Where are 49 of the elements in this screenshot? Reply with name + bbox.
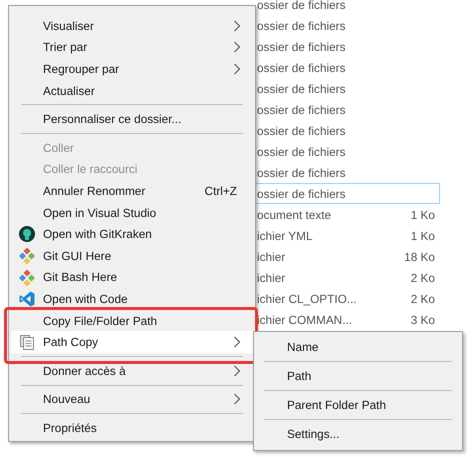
menu-item[interactable]: Copy File/Folder Path bbox=[11, 310, 253, 332]
menu-item[interactable]: Path Copy bbox=[11, 331, 253, 353]
file-size-cell: 3 Ko bbox=[410, 312, 435, 326]
file-type-cell-text: ossier de fichiers bbox=[257, 18, 347, 32]
file-size-cell: 1 Ko bbox=[410, 228, 435, 242]
file-type-cell-text: ossier de fichiers bbox=[257, 124, 347, 138]
file-size-cell: 1 Ko bbox=[410, 208, 435, 222]
shortcut-label: Ctrl+Z bbox=[204, 184, 237, 198]
menu-item[interactable]: Annuler Renommer Ctrl+Z bbox=[11, 180, 253, 202]
menu-item[interactable]: Open with GitKraken bbox=[11, 223, 253, 245]
menu-item[interactable]: Donner accès à bbox=[11, 360, 253, 382]
menu-item[interactable]: Open in Visual Studio bbox=[11, 202, 253, 224]
file-type-cell-text: ossier de fichiers bbox=[257, 0, 347, 12]
file-type-cell-text: ossier de fichiers bbox=[257, 60, 347, 74]
git-icon bbox=[19, 248, 35, 264]
file-type-cell-text: ossier de fichiers bbox=[257, 166, 347, 180]
kraken-icon bbox=[19, 226, 35, 242]
menu-item[interactable]: Path bbox=[254, 362, 462, 390]
file-type-cell-text: ossier de fichiers bbox=[257, 102, 347, 116]
file-type-cell-text: ocument texte bbox=[257, 208, 332, 222]
file-type-cell-text: ossier de fichiers bbox=[257, 40, 347, 54]
file-type-cell-text: ichier bbox=[257, 270, 286, 284]
selected-row[interactable]: ossier de fichiers bbox=[254, 183, 440, 204]
menu-item[interactable]: Open with Code bbox=[11, 288, 253, 310]
menu-item[interactable]: Actualiser bbox=[11, 80, 253, 102]
file-size-cell: 18 Ko bbox=[404, 250, 435, 264]
file-type-cell-text: ossier de fichiers bbox=[257, 144, 347, 158]
menu-item[interactable]: Nouveau bbox=[11, 388, 253, 410]
menu-item[interactable]: Parent Folder Path bbox=[254, 391, 462, 419]
file-type-cell-text: ichier CL_OPTIO... bbox=[257, 292, 358, 306]
file-size-cell: 2 Ko bbox=[410, 292, 435, 306]
file-type-cell-text: ichier bbox=[257, 250, 286, 264]
menu-item[interactable]: Name bbox=[254, 333, 462, 361]
file-type-cell-text: ossier de fichiers bbox=[257, 82, 347, 96]
menu-item[interactable]: Git Bash Here bbox=[11, 266, 253, 288]
menu-item[interactable]: Personnaliser ce dossier... bbox=[11, 108, 253, 130]
menu-item[interactable]: Settings... bbox=[254, 420, 462, 448]
file-size-cell: 2 Ko bbox=[410, 270, 435, 284]
git-icon bbox=[19, 270, 35, 286]
menu-item[interactable]: Visualiser bbox=[11, 15, 253, 37]
file-type-cell-text: ichier YML bbox=[257, 228, 314, 242]
file-type-cell-text: ichier COMMAN... bbox=[257, 312, 354, 326]
document-icon bbox=[19, 334, 35, 350]
code-editor-icon bbox=[19, 291, 35, 308]
menu-item[interactable]: Git GUI Here bbox=[11, 244, 253, 267]
menu-item[interactable]: Propriétés bbox=[11, 417, 253, 439]
menu-item[interactable]: Regrouper par bbox=[11, 58, 253, 80]
menu-item[interactable]: Trier par bbox=[11, 36, 253, 58]
file-type-cell-text: ossier de fichiers bbox=[257, 186, 347, 200]
